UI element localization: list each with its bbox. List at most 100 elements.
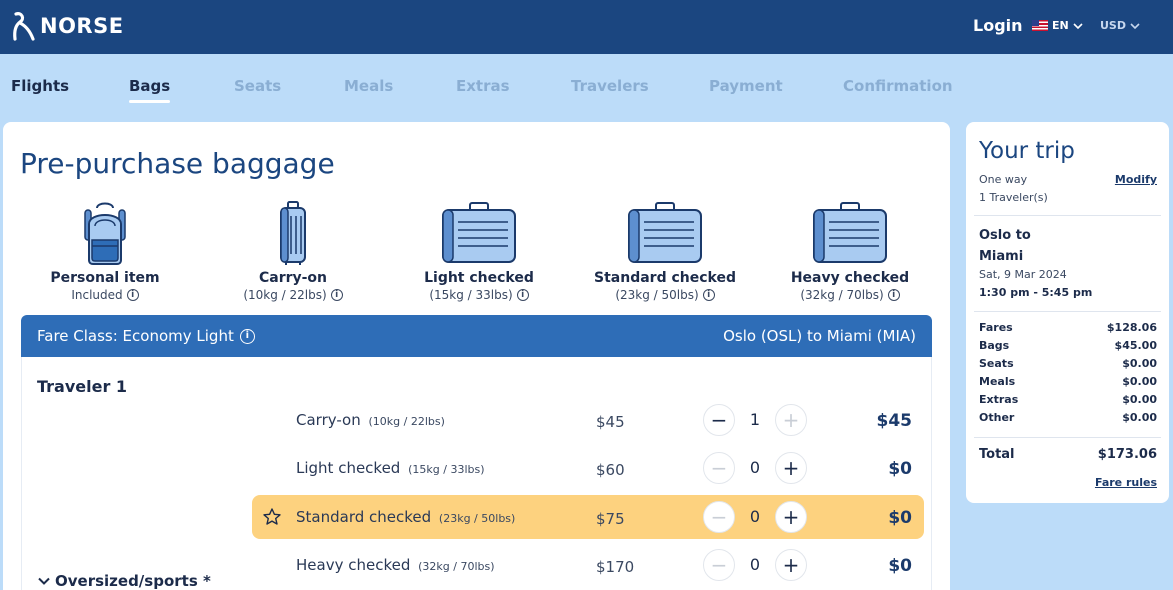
total-value: $173.06 [1097, 447, 1157, 462]
bag-type-sub: (15kg / 33lbs) i [404, 288, 554, 302]
quantity-value: 0 [749, 458, 761, 477]
step-bags[interactable]: Bags [129, 77, 171, 103]
route-label: Oslo (OSL) to Miami (MIA) [723, 327, 916, 345]
cost-row-meals: Meals $0.00 [979, 375, 1157, 388]
cost-value: $0.00 [1122, 393, 1157, 406]
bag-type-light-checked: Light checked (15kg / 33lbs) i [404, 200, 554, 302]
bag-type-sub: Included i [30, 288, 180, 302]
trip-type: One way [979, 173, 1028, 186]
bag-row-label: Carry-on (10kg / 22lbs) [296, 411, 445, 429]
norse-logo-icon [13, 12, 35, 41]
backpack-icon [84, 202, 126, 265]
info-icon[interactable]: i [330, 289, 343, 301]
quantity-stepper: − 0 + [703, 501, 807, 533]
fare-rules-link[interactable]: Fare rules [1095, 476, 1157, 489]
cost-label: Meals [979, 375, 1016, 388]
step-flights[interactable]: Flights [11, 77, 69, 95]
bag-row-price: $75 [596, 510, 625, 528]
step-confirmation[interactable]: Confirmation [843, 77, 953, 95]
language-selector[interactable]: EN [1032, 19, 1083, 32]
step-travelers[interactable]: Travelers [571, 77, 649, 95]
increment-button[interactable]: + [775, 452, 807, 484]
oversized-sports-label: Oversized/sports * [55, 572, 211, 590]
step-seats[interactable]: Seats [234, 77, 281, 95]
carry-on-suitcase-icon [280, 201, 306, 265]
route-to: Miami [979, 249, 1024, 264]
decrement-button[interactable]: − [703, 501, 735, 533]
bag-row-name: Heavy checked [296, 556, 411, 574]
cost-label: Extras [979, 393, 1019, 406]
info-icon[interactable]: i [887, 289, 900, 301]
chevron-down-icon [38, 577, 50, 585]
bag-row-weight: (10kg / 22lbs) [368, 415, 445, 428]
cost-label: Other [979, 411, 1015, 424]
route-from: Oslo to [979, 228, 1031, 243]
bag-type-name: Carry-on [258, 270, 328, 286]
star-icon [263, 508, 281, 525]
divider [974, 437, 1161, 438]
brand-name: NORSE [40, 14, 124, 38]
checked-suitcase-icon [628, 202, 702, 263]
step-extras[interactable]: Extras [456, 77, 510, 95]
bag-type-name: Personal item [50, 270, 160, 286]
bag-type-standard-checked: Standard checked (23kg / 50lbs) i [590, 200, 740, 302]
bag-type-personal-item: Personal item Included i [30, 200, 180, 302]
bag-row-carry-on: Carry-on (10kg / 22lbs) $45 − 1 + $45 [252, 398, 924, 442]
bag-type-sub: (10kg / 22lbs) i [218, 288, 368, 302]
cost-label: Fares [979, 321, 1013, 334]
modify-link[interactable]: Modify [1115, 173, 1157, 186]
top-bar: NORSE Login EN USD [0, 0, 1173, 54]
bag-row-total: $0 [888, 556, 912, 576]
page-title: Pre-purchase baggage [20, 147, 335, 180]
total-row: Total $173.06 [979, 447, 1157, 462]
increment-button[interactable]: + [775, 549, 807, 581]
info-icon[interactable]: i [702, 289, 715, 301]
increment-button[interactable]: + [775, 501, 807, 533]
bag-type-sub-text: (23kg / 50lbs) [615, 288, 699, 302]
step-meals[interactable]: Meals [344, 77, 393, 95]
bag-row-name: Carry-on [296, 411, 361, 429]
decrement-button[interactable]: − [703, 452, 735, 484]
fare-class: Fare Class: Economy Light i [37, 327, 255, 345]
bag-row-price: $60 [596, 461, 625, 479]
norse-logo[interactable]: NORSE [10, 10, 124, 42]
info-icon[interactable]: i [239, 328, 255, 344]
oversized-sports-toggle[interactable]: Oversized/sports * [37, 572, 211, 590]
bag-type-sub-text: (15kg / 33lbs) [429, 288, 513, 302]
cost-value: $0.00 [1122, 375, 1157, 388]
baggage-card: Pre-purchase baggage Personal item Inclu… [3, 122, 950, 590]
cost-row-seats: Seats $0.00 [979, 357, 1157, 370]
bag-type-sub: (23kg / 50lbs) i [590, 288, 740, 302]
info-icon[interactable]: i [126, 289, 139, 301]
currency-selector[interactable]: USD [1100, 19, 1140, 32]
decrement-button[interactable]: − [703, 549, 735, 581]
checked-suitcase-icon [442, 202, 516, 263]
bag-row-weight: (15kg / 33lbs) [408, 463, 485, 476]
bag-row-label: Light checked (15kg / 33lbs) [296, 459, 485, 477]
cost-value: $128.06 [1106, 321, 1157, 334]
increment-button[interactable]: + [775, 404, 807, 436]
cost-value: $0.00 [1122, 357, 1157, 370]
info-icon[interactable]: i [516, 289, 529, 301]
traveler-count: 1 Traveler(s) [979, 191, 1048, 204]
us-flag-icon [1032, 20, 1048, 31]
booking-steps: Flights Bags Seats Meals Extras Traveler… [0, 54, 1173, 118]
bag-row-total: $45 [876, 411, 913, 431]
bag-row-name: Light checked [296, 459, 401, 477]
quantity-value: 1 [749, 410, 761, 429]
flight-date: Sat, 9 Mar 2024 [979, 268, 1067, 281]
cost-value: $0.00 [1122, 411, 1157, 424]
chevron-down-icon [1130, 22, 1140, 29]
flight-time: 1:30 pm - 5:45 pm [979, 286, 1093, 299]
bag-type-sub-text: (10kg / 22lbs) [243, 288, 327, 302]
bag-type-carry-on: Carry-on (10kg / 22lbs) i [218, 200, 368, 302]
login-button[interactable]: Login [973, 16, 1023, 35]
step-payment[interactable]: Payment [709, 77, 783, 95]
fare-class-bar: Fare Class: Economy Light i Oslo (OSL) t… [21, 315, 932, 357]
bag-row-price: $170 [596, 558, 635, 576]
traveler-heading: Traveler 1 [37, 377, 128, 396]
bag-row-weight: (23kg / 50lbs) [438, 512, 516, 525]
bag-type-sub-text: (32kg / 70lbs) [800, 288, 884, 302]
currency-label: USD [1100, 19, 1126, 32]
decrement-button[interactable]: − [703, 404, 735, 436]
